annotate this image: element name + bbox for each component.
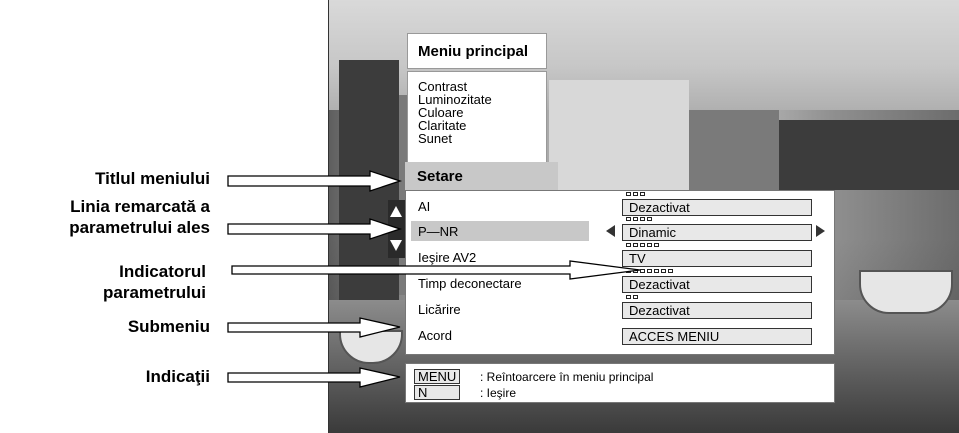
submenu-row-licarire[interactable]: Licărire Dezactivat bbox=[406, 295, 834, 321]
row-label: Acord bbox=[418, 328, 452, 343]
hints-panel: MENU : Reîntoarcere în meniu principal N… bbox=[405, 363, 835, 403]
submenu-row-pnr[interactable]: P—NR Dinamic bbox=[406, 217, 834, 243]
scroll-control[interactable] bbox=[388, 200, 405, 258]
building bbox=[549, 80, 689, 190]
submenu-row-timp-deconectare[interactable]: Timp deconectare Dezactivat bbox=[406, 269, 834, 295]
arrow-up-icon[interactable] bbox=[390, 206, 402, 217]
callout-line: parametrului ales bbox=[69, 218, 210, 237]
row-value[interactable]: Dezactivat bbox=[622, 302, 812, 319]
building bbox=[689, 110, 779, 190]
parameter-indicator bbox=[626, 243, 659, 248]
callout-indicator: Indicatorul parametrului bbox=[0, 261, 206, 303]
submenu-row-ai[interactable]: AI Dezactivat bbox=[406, 192, 834, 218]
row-value[interactable]: Dinamic bbox=[622, 224, 812, 241]
building bbox=[779, 120, 959, 190]
callout-line: Indicatorul bbox=[119, 262, 206, 281]
hint-text: : Reîntoarcere în meniu principal bbox=[480, 370, 654, 384]
row-label: AI bbox=[418, 199, 431, 214]
row-value[interactable]: ACCES MENIU bbox=[622, 328, 812, 345]
callout-indicatii: Indicaţii bbox=[145, 367, 210, 386]
arrow-down-icon[interactable] bbox=[390, 240, 402, 251]
row-label: Licărire bbox=[418, 302, 461, 317]
arrow-right-icon[interactable] bbox=[816, 225, 825, 237]
row-value[interactable]: Dezactivat bbox=[622, 276, 812, 293]
parameter-indicator bbox=[626, 269, 673, 274]
boat bbox=[859, 270, 953, 314]
menu-item-setare-selected[interactable]: Setare bbox=[405, 162, 558, 191]
callout-line: Linia remarcată a bbox=[70, 197, 210, 216]
callout-line: parametrului bbox=[103, 283, 206, 302]
callout-submeniu: Submeniu bbox=[127, 317, 210, 336]
building bbox=[339, 60, 399, 300]
submenu-row-iesire-av2[interactable]: Ieşire AV2 TV bbox=[406, 243, 834, 269]
row-label: P—NR bbox=[418, 224, 459, 239]
submenu-row-acord[interactable]: Acord ACCES MENIU bbox=[406, 325, 834, 347]
main-menu-title: Meniu principal bbox=[407, 33, 547, 69]
arrow-left-icon[interactable] bbox=[606, 225, 615, 237]
parameter-indicator bbox=[626, 217, 652, 222]
main-menu-list: Contrast Luminozitate Culoare Claritate … bbox=[407, 71, 547, 163]
hint-text: : Ieşire bbox=[480, 386, 517, 400]
parameter-indicator bbox=[626, 295, 638, 300]
callout-linia-remarcata: Linia remarcată a parametrului ales bbox=[0, 196, 210, 238]
menu-item-sunet[interactable]: Sunet bbox=[418, 132, 546, 145]
parameter-indicator bbox=[626, 192, 645, 197]
row-value[interactable]: Dezactivat bbox=[622, 199, 812, 216]
menu-key[interactable]: MENU bbox=[414, 369, 460, 384]
exit-key[interactable]: N bbox=[414, 385, 460, 400]
row-value[interactable]: TV bbox=[622, 250, 812, 267]
row-label: Timp deconectare bbox=[418, 276, 522, 291]
callout-titlul-meniului: Titlul meniului bbox=[95, 169, 210, 188]
row-label: Ieşire AV2 bbox=[418, 250, 477, 265]
submenu-panel: AI Dezactivat P—NR Dinamic Ieşire AV2 TV… bbox=[405, 190, 835, 355]
